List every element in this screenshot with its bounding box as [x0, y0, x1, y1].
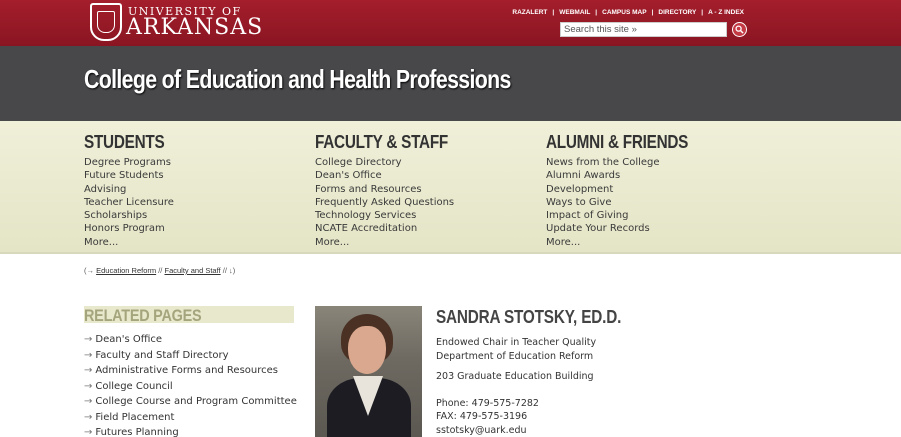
nav-item-more[interactable]: More... [315, 236, 472, 249]
link-campus-map[interactable]: CAMPUS MAP [602, 9, 646, 16]
breadcrumb-education-reform[interactable]: Education Reform [96, 266, 156, 275]
breadcrumb: (→ Education Reform // Faculty and Staff… [84, 266, 235, 275]
profile-department: Department of Education Reform [436, 350, 594, 362]
nav-item[interactable]: Development [546, 183, 713, 196]
related-pages-heading: RELATED PAGES [84, 306, 202, 325]
nav-item[interactable]: Honors Program [84, 222, 179, 235]
arrow-right-icon: → [84, 365, 93, 376]
search-input[interactable]: Search this site » [560, 22, 727, 37]
nav-item-more[interactable]: More... [546, 236, 713, 249]
nav-heading-faculty[interactable]: FACULTY & STAFF [315, 132, 448, 153]
nav-column-faculty: FACULTY & STAFF College Directory Dean's… [315, 132, 472, 249]
related-link[interactable]: → Futures Planning [84, 425, 294, 437]
link-webmail[interactable]: WEBMAIL [559, 9, 590, 16]
arrow-right-icon: → [84, 396, 93, 407]
arrow-right-icon: → [84, 349, 93, 361]
nav-item[interactable]: Advising [84, 183, 179, 196]
nav-item[interactable]: NCATE Accreditation [315, 222, 472, 235]
nav-item[interactable]: Frequently Asked Questions [315, 196, 472, 209]
utility-links: RAZALERT | WEBMAIL | CAMPUS MAP | DIRECTORY… [512, 9, 744, 16]
link-razalert[interactable]: RAZALERT [512, 9, 547, 16]
breadcrumb-faculty-staff[interactable]: Faculty and Staff [164, 266, 220, 275]
breadcrumb-prefix: (→ [84, 266, 94, 275]
nav-item[interactable]: News from the College [546, 156, 713, 169]
nav-item[interactable]: Degree Programs [84, 156, 179, 169]
arrow-right-icon: → [84, 411, 93, 423]
arrow-right-icon: → [84, 380, 93, 392]
related-link[interactable]: → College Course and Program Committee [84, 394, 297, 410]
nav-column-students: STUDENTS Degree Programs Future Students… [84, 132, 179, 249]
nav-item[interactable]: Forms and Resources [315, 183, 472, 196]
nav-heading-students[interactable]: STUDENTS [84, 132, 165, 153]
nav-item[interactable]: Technology Services [315, 209, 472, 222]
logo-line-2: ARKANSAS [126, 14, 264, 40]
university-logo[interactable]: UNIVERSITY OF ARKANSAS [90, 3, 263, 41]
profile-name: SANDRA STOTSKY, ED.D. [436, 307, 622, 327]
nav-item[interactable]: Impact of Giving [546, 209, 713, 222]
page-title[interactable]: College of Education and Health Professi… [84, 64, 511, 95]
breadcrumb-suffix: // ↓) [222, 266, 236, 275]
profile-phone: Phone: 479-575-7282 [436, 397, 539, 409]
profile-email[interactable]: sstotsky@uark.edu [436, 424, 654, 437]
profile-fax: FAX: 479-575-3196 [436, 411, 528, 422]
nav-item-more[interactable]: More... [84, 236, 179, 249]
link-directory[interactable]: DIRECTORY [658, 9, 696, 16]
related-link[interactable]: → Faculty and Staff Directory [84, 348, 294, 364]
nav-heading-alumni[interactable]: ALUMNI & FRIENDS [546, 132, 688, 153]
search-icon [735, 25, 744, 34]
nav-item[interactable]: College Directory [315, 156, 472, 169]
related-link[interactable]: → Dean's Office [84, 332, 294, 348]
university-seal-icon [90, 3, 122, 41]
nav-item[interactable]: Ways to Give [546, 196, 713, 209]
arrow-right-icon: → [84, 334, 93, 345]
nav-item[interactable]: Future Students [84, 169, 179, 182]
nav-item[interactable]: Teacher Licensure [84, 196, 179, 209]
nav-item[interactable]: Update Your Records [546, 222, 713, 235]
nav-column-alumni: ALUMNI & FRIENDS News from the College A… [546, 132, 713, 249]
nav-item[interactable]: Scholarships [84, 209, 179, 222]
related-link[interactable]: → Field Placement [84, 410, 294, 426]
profile-info: SANDRA STOTSKY, ED.D. Endowed Chair in T… [436, 306, 654, 437]
link-a-z-index[interactable]: A - Z INDEX [708, 9, 744, 16]
search-button[interactable] [732, 22, 747, 37]
breadcrumb-separator: // [158, 266, 163, 275]
related-link[interactable]: → Administrative Forms and Resources [84, 363, 294, 379]
arrow-right-icon: → [84, 427, 93, 437]
nav-item[interactable]: Dean's Office [315, 169, 472, 182]
nav-item[interactable]: Alumni Awards [546, 169, 713, 182]
related-link[interactable]: → College Council [84, 379, 294, 395]
profile-building: 203 Graduate Education Building [436, 371, 594, 382]
profile-photo [315, 306, 422, 437]
profile-title: Endowed Chair in Teacher Quality [436, 337, 597, 348]
related-pages: RELATED PAGES → Dean's Office → Faculty an… [84, 306, 297, 437]
